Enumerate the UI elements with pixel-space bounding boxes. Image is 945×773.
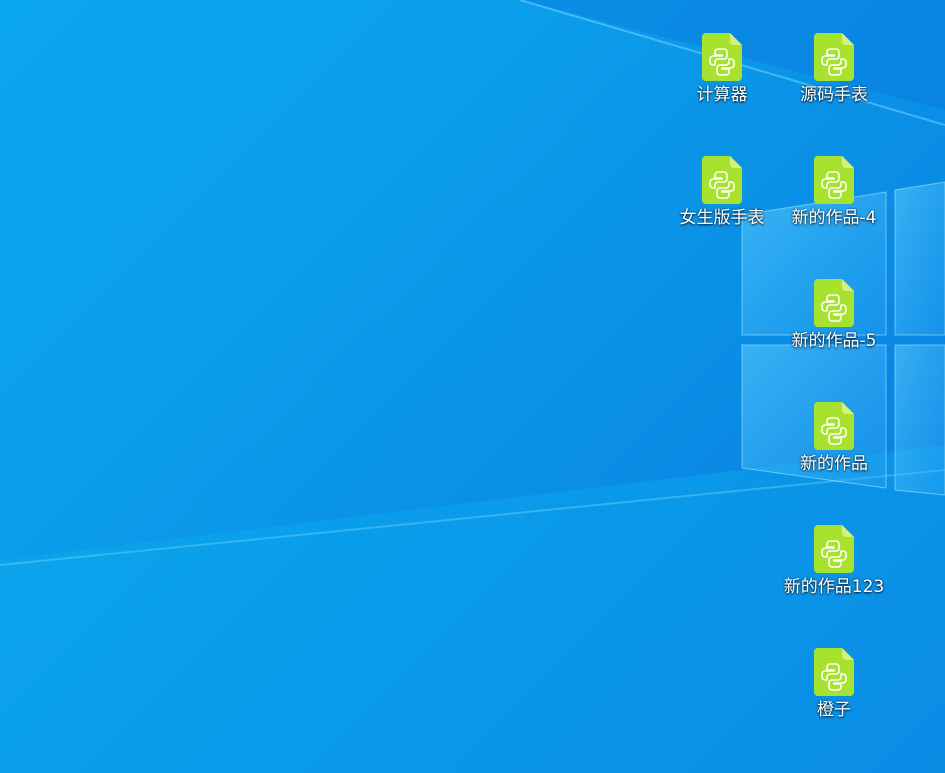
python-file-icon bbox=[814, 33, 854, 81]
desktop-icon-label: 计算器 bbox=[696, 85, 748, 105]
desktop-icon-item[interactable]: 新的作品 bbox=[778, 402, 890, 512]
desktop-icon-item[interactable]: 新的作品123 bbox=[778, 525, 890, 635]
desktop-icon-label: 新的作品 bbox=[800, 454, 868, 474]
desktop-icon-label: 新的作品-5 bbox=[791, 331, 877, 351]
python-file-icon bbox=[814, 156, 854, 204]
desktop-icon-item[interactable]: 新的作品-4 bbox=[778, 156, 890, 266]
python-file-icon bbox=[814, 279, 854, 327]
desktop-icon-label: 新的作品-4 bbox=[791, 208, 877, 228]
python-file-icon bbox=[702, 33, 742, 81]
desktop-icon-label: 源码手表 bbox=[800, 85, 868, 105]
python-file-icon bbox=[814, 648, 854, 696]
desktop-icon-item[interactable]: 橙子 bbox=[778, 648, 890, 758]
desktop-icon-item[interactable]: 计算器 bbox=[666, 33, 778, 143]
desktop-icon-item[interactable]: 新的作品-5 bbox=[778, 279, 890, 389]
desktop-icon-label: 新的作品123 bbox=[783, 577, 885, 597]
desktop-icon-label: 女生版手表 bbox=[679, 208, 765, 228]
python-file-icon bbox=[814, 525, 854, 573]
desktop-icon-label: 橙子 bbox=[817, 700, 851, 720]
desktop-icon-item[interactable]: 女生版手表 bbox=[666, 156, 778, 266]
python-file-icon bbox=[814, 402, 854, 450]
python-file-icon bbox=[702, 156, 742, 204]
desktop-icon-item[interactable]: 源码手表 bbox=[778, 33, 890, 143]
